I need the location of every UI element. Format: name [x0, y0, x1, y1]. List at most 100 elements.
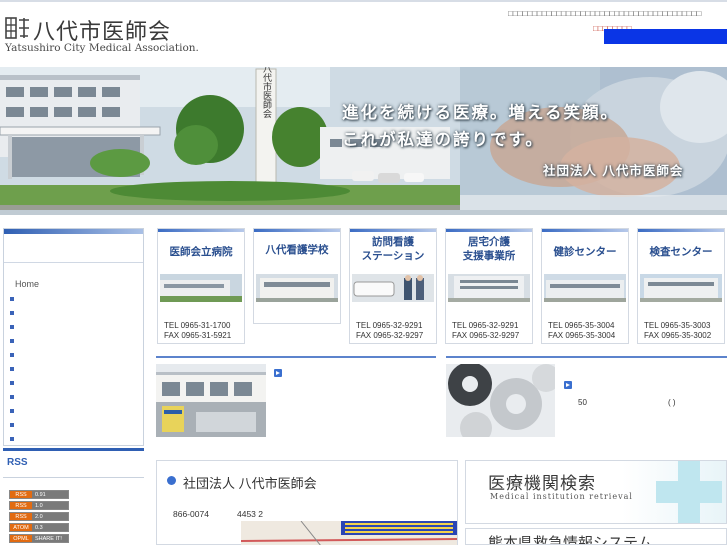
card-title: 訪問看護 ステーション: [361, 236, 425, 262]
banner-headline-1: 進化を続ける医療。増える笑顔。: [342, 103, 620, 122]
badge-value: 1.0: [32, 502, 68, 509]
card-accent: [446, 229, 532, 232]
feature-divider-right: [446, 356, 727, 358]
sidebar-divider: [4, 262, 143, 263]
card-title: 健診センター: [553, 246, 617, 258]
header-search-bar[interactable]: [604, 29, 727, 44]
sidebar-item[interactable]: [10, 293, 138, 305]
badge-key: RSS: [10, 491, 32, 498]
card-hospital[interactable]: 医師会立病院 TEL 0965-31-1700 FAX 0965-31-5921: [157, 228, 245, 344]
circle-bullet-icon: [167, 476, 176, 485]
bullet-icon: [10, 353, 14, 357]
care-office-photo: [448, 274, 530, 302]
card-laboratory-center[interactable]: 検査センター TEL 0965-35-3003 FAX 0965-35-3002: [637, 228, 725, 344]
card-accent: [158, 229, 244, 232]
association-info: 社団法人 八代市医師会 866-0074 4453 2: [156, 460, 458, 545]
sidebar-item[interactable]: [10, 321, 138, 333]
sidebar-item-home[interactable]: Home: [10, 279, 138, 291]
rss-title: RSS: [7, 457, 28, 468]
sidebar-accent: [4, 229, 143, 234]
bullet-icon: [10, 395, 14, 399]
card-title: 八代看護学校: [265, 244, 329, 256]
top-rule: [0, 0, 727, 2]
medical-cross-arm: [656, 481, 722, 503]
card-contact: TEL 0965-32-9291 FAX 0965-32-9297: [356, 321, 424, 340]
sidebar-item[interactable]: [10, 307, 138, 319]
card-accent: [350, 229, 436, 232]
gears-photo: [446, 364, 555, 437]
badge-key: RSS: [10, 502, 32, 509]
sidebar-nav: Home: [3, 228, 144, 446]
card-accent: [542, 229, 628, 232]
arrow-right-icon[interactable]: [564, 381, 572, 389]
banner-headline-2: これが私達の誇りです。: [342, 130, 544, 149]
card-contact: TEL 0965-35-3003 FAX 0965-35-3002: [644, 321, 712, 340]
visiting-nurse-photo: [352, 274, 434, 302]
sidebar-item[interactable]: [10, 391, 138, 403]
badge-key: OPML: [10, 535, 32, 542]
access-map-image[interactable]: [241, 521, 457, 545]
rss-10-badge[interactable]: RSS 1.0: [9, 501, 69, 510]
feature-text-paren: ( ): [668, 398, 676, 407]
badge-value: 0.3: [32, 524, 68, 531]
sign-pillar-text: 八代市医師会: [261, 67, 272, 119]
badge-key: ATOM: [10, 524, 32, 531]
card-contact: TEL 0965-35-3004 FAX 0965-35-3004: [548, 321, 616, 340]
school-photo: [256, 274, 338, 302]
sidebar-item[interactable]: [10, 349, 138, 361]
hero-banner: 八代市医師会 進化を続ける医療。増える笑顔。 これが私達の誇りです。 社団法人 …: [0, 67, 727, 215]
address: 4453 2: [237, 509, 263, 519]
sidebar-item[interactable]: [10, 419, 138, 431]
bullet-icon: [10, 437, 14, 441]
card-health-check-center[interactable]: 健診センター TEL 0965-35-3004 FAX 0965-35-3004: [541, 228, 629, 344]
banner-org-name: 社団法人 八代市医師会: [543, 163, 684, 178]
rss-091-badge[interactable]: RSS 0.91: [9, 490, 69, 499]
bullet-icon: [10, 381, 14, 385]
logo-english-name: Yatsushiro City Medical Association.: [5, 42, 199, 54]
feature-text-years: 50: [578, 398, 587, 407]
search-banner-subtitle: Medical institution retrieval: [490, 492, 633, 501]
page: 八代市医師会 Yatsushiro City Medical Associati…: [0, 0, 727, 545]
sidebar-item[interactable]: [10, 363, 138, 375]
kumamoto-emergency-banner[interactable]: 熊本県救急情報システム: [465, 528, 727, 545]
sidebar-item[interactable]: [10, 335, 138, 347]
postal-code: 866-0074: [173, 509, 209, 519]
association-emblem-icon: [5, 17, 29, 39]
emergency-center-photo: [156, 364, 266, 437]
arrow-right-icon[interactable]: [274, 369, 282, 377]
card-contact: TEL 0965-32-9291 FAX 0965-32-9297: [452, 321, 520, 340]
bullet-icon: [10, 311, 14, 315]
feature-divider-left: [156, 356, 436, 358]
health-center-photo: [544, 274, 626, 302]
badge-key: RSS: [10, 513, 32, 520]
sidebar-item[interactable]: [10, 433, 138, 445]
atom-badge[interactable]: ATOM 0.3: [9, 523, 69, 532]
bullet-icon: [10, 325, 14, 329]
card-contact: TEL 0965-31-1700 FAX 0965-31-5921: [164, 321, 232, 340]
card-accent: [638, 229, 724, 232]
sidebar-item[interactable]: [10, 405, 138, 417]
badge-value: SHARE IT!: [32, 535, 68, 542]
card-visiting-nursing[interactable]: 訪問看護 ステーション TEL 0965-32-9291 FAX 0965-32-9…: [349, 228, 437, 344]
bullet-icon: [10, 339, 14, 343]
card-nursing-school[interactable]: 八代看護学校: [253, 228, 341, 324]
rss-20-badge[interactable]: RSS 2.0: [9, 512, 69, 521]
search-banner-title: 医療機関検索: [488, 474, 596, 494]
association-title: 社団法人 八代市医師会: [183, 476, 317, 491]
header-note: □□□□□□□□□□□□□□□□□□□□□□□□□□□□□□□□□□□□□□□□: [508, 9, 702, 18]
rss-section: RSS: [3, 448, 144, 478]
card-accent: [254, 229, 340, 232]
bullet-icon: [10, 423, 14, 427]
hospital-photo: [160, 274, 242, 302]
card-title: 居宅介護 支援事業所: [462, 236, 516, 262]
bullet-icon: [10, 297, 14, 301]
card-care-support[interactable]: 居宅介護 支援事業所 TEL 0965-32-9291 FAX 0965-32-92…: [445, 228, 533, 344]
kumamoto-banner-title: 熊本県救急情報システム: [488, 534, 653, 545]
opml-badge[interactable]: OPML SHARE IT!: [9, 534, 69, 543]
badge-value: 2.0: [32, 513, 68, 520]
sidebar-item[interactable]: [10, 377, 138, 389]
badge-value: 0.91: [32, 491, 68, 498]
lab-center-photo: [640, 274, 722, 302]
medical-institution-search-banner[interactable]: 医療機関検索 Medical institution retrieval: [465, 460, 727, 524]
sidebar: Home RSS RSS 0.91 RSS 1.0 RSS 2.0 ATOM 0.3 O…: [3, 228, 144, 545]
